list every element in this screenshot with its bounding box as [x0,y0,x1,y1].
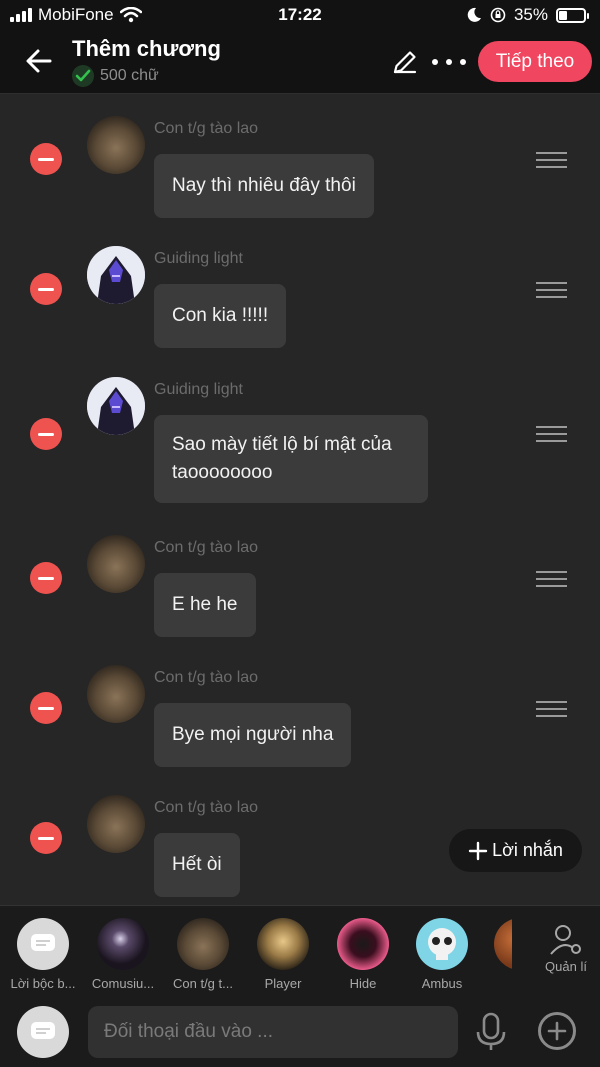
message-bubble[interactable]: Hết òi [154,833,240,897]
avatar [87,377,145,435]
add-message-label: Lời nhắn [492,840,563,860]
avatar [494,918,512,970]
dialogue-input[interactable]: Đối thoại đầu vào ... [88,1006,458,1058]
mic-icon[interactable] [474,1012,508,1052]
remove-message-button[interactable] [30,822,62,854]
word-count-text: 500 chữ [100,67,159,84]
add-message-button[interactable]: Lời nhắn [449,829,582,872]
author-name: Con t/g tào lao [154,539,259,556]
remove-message-button[interactable] [30,562,62,594]
remove-message-button[interactable] [30,418,62,450]
message-bubble[interactable]: Con kia !!!!! [154,284,287,348]
author-name: Con t/g tào lao [154,669,259,686]
minus-icon [38,706,54,710]
pen-icon[interactable] [390,47,420,77]
author-name: Guiding light [154,381,243,398]
remove-message-button[interactable] [30,143,62,175]
minus-icon [38,836,54,840]
minus-icon [38,432,54,436]
plus-icon [468,841,488,860]
avatar [257,918,309,970]
remove-message-button[interactable] [30,692,62,724]
battery-percent: 35% [513,5,548,24]
drag-handle-icon[interactable] [536,426,567,442]
manage-label: Quản lí [545,959,587,974]
remove-message-button[interactable] [30,273,62,305]
avatar [87,795,145,853]
minus-icon [38,576,54,580]
character-label: Hide [349,976,377,991]
character-label: Ambus [421,976,463,991]
knight-avatar-art [87,377,145,435]
battery-icon [556,7,589,23]
back-arrow-icon[interactable] [22,44,56,78]
knight-avatar-art [87,246,145,304]
character-narrator[interactable]: Lời bộc b... [8,918,78,991]
skull-avatar-art [428,928,456,960]
next-button[interactable]: Tiếp theo [478,41,592,82]
avatar [337,918,389,970]
status-bar: MobiFone 17:22 35% [0,0,600,30]
drag-handle-icon[interactable] [536,152,567,168]
person-gear-icon [550,925,581,955]
header: Thêm chương 500 chữ Tiếp theo [0,30,600,94]
author-name: Con t/g tào lao [154,120,259,137]
character-hide[interactable]: Hide [328,918,398,991]
page-title: Thêm chương [72,36,221,61]
chat-bubble-icon [17,918,69,970]
character-label: Con t/g t... [173,976,233,991]
author-name: Guiding light [154,250,243,267]
message-bubble[interactable]: Nay thì nhiêu đây thôi [154,154,374,218]
status-right: 35% [466,5,589,25]
character-label: Comusiu... [91,976,155,991]
character-partial[interactable] [494,918,512,970]
battery-fill [559,10,568,20]
message-bubble[interactable]: E he he [154,573,256,637]
minus-icon [38,157,54,161]
avatar [87,116,145,174]
avatar [416,918,468,970]
drag-handle-icon[interactable] [536,571,567,587]
character-ambus[interactable]: Ambus [407,918,477,991]
character-label: Lời bộc b... [10,976,76,991]
more-icon[interactable] [432,48,466,76]
manage-characters-button[interactable]: Quản lí [538,924,594,974]
input-bar: Đối thoại đầu vào ... [0,997,600,1067]
minus-icon [38,287,54,291]
avatar [97,918,149,970]
message-bubble[interactable]: Bye mọi người nha [154,703,352,767]
character-player[interactable]: Player [248,918,318,991]
avatar [87,246,145,304]
character-con-tg[interactable]: Con t/g t... [168,918,238,991]
avatar [177,918,229,970]
author-name: Con t/g tào lao [154,799,259,816]
check-icon [72,65,94,87]
character-bar: Lời bộc b... Comusiu... Con t/g t... Pla… [0,905,600,997]
drag-handle-icon[interactable] [536,701,567,717]
word-count: 500 chữ [72,65,159,87]
drag-handle-icon[interactable] [536,282,567,298]
chat-bubble-icon[interactable] [17,1006,69,1058]
rotation-lock-icon [490,7,506,23]
character-comusiu[interactable]: Comusiu... [88,918,158,991]
moon-icon [467,7,481,22]
circle-plus-icon[interactable] [538,1012,576,1050]
avatar [87,665,145,723]
message-bubble[interactable]: Sao mày tiết lộ bí mật của taoooooooo [154,415,428,503]
avatar [87,535,145,593]
character-label: Player [264,976,302,991]
